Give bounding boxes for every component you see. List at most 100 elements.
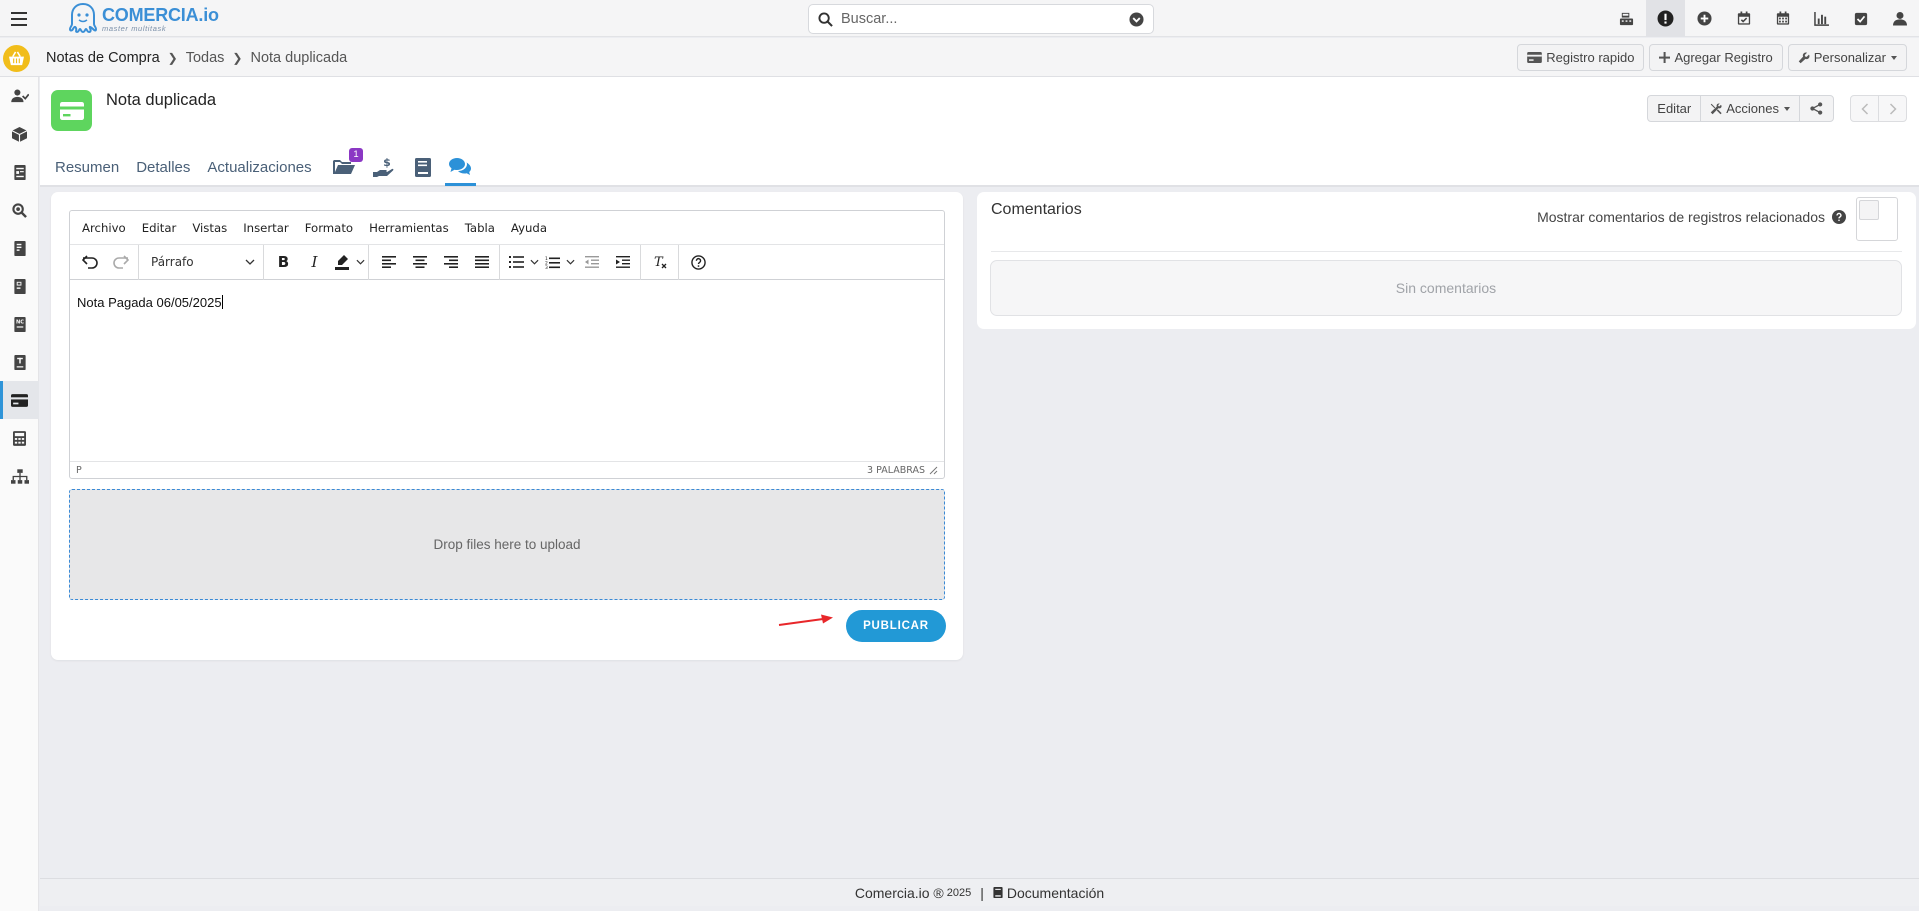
sidebar-item-purchase-notes[interactable] (0, 381, 39, 419)
comments-icon (448, 158, 471, 175)
sidebar-item-search[interactable] (0, 191, 39, 229)
rich-text-editor: Archivo Editar Vistas Insertar Formato H… (69, 210, 945, 479)
publish-button[interactable]: PUBLICAR (846, 610, 946, 642)
tab-updates[interactable]: Actualizaciones (207, 149, 320, 186)
logo-title: COMERCIA.io (102, 4, 219, 25)
word-count[interactable]: 3 PALABRAS (867, 465, 925, 476)
next-record-button[interactable] (1878, 95, 1907, 122)
tab-comments[interactable] (444, 149, 476, 186)
share-icon (1810, 102, 1823, 115)
numbered-list-icon[interactable]: 123 (540, 249, 564, 276)
tab-files[interactable]: 1 (329, 148, 363, 186)
user-icon[interactable] (1880, 0, 1919, 37)
customize-button[interactable]: Personalizar (1787, 44, 1907, 71)
menu-help[interactable]: Ayuda (503, 221, 555, 235)
breadcrumb: Notas de Compra ❯ Todas ❯ Nota duplicada (46, 50, 347, 66)
chevron-right-icon: ❯ (167, 51, 178, 65)
menu-insert[interactable]: Insertar (235, 221, 297, 235)
editor-content-area[interactable]: Nota Pagada 06/05/2025 (70, 282, 944, 462)
calendar-check-icon[interactable] (1724, 0, 1763, 37)
align-left-icon[interactable] (373, 249, 404, 276)
menu-view[interactable]: Vistas (184, 221, 235, 235)
redo-icon[interactable] (105, 249, 136, 276)
file-dropzone[interactable]: Drop files here to upload (69, 489, 945, 600)
help-circle-icon[interactable] (1832, 210, 1846, 224)
cash-register-icon[interactable] (1607, 0, 1646, 37)
search-dropdown-icon[interactable] (1129, 11, 1144, 27)
align-center-icon[interactable] (404, 249, 435, 276)
text-cursor (221, 295, 223, 309)
caret-down-icon (1784, 106, 1790, 111)
help-icon[interactable] (683, 249, 714, 276)
italic-icon[interactable]: I (299, 249, 330, 276)
tab-payments[interactable]: $ (369, 149, 401, 186)
tab-details[interactable]: Detalles (136, 149, 199, 186)
sidebar-item-quotes[interactable] (0, 153, 39, 191)
align-justify-icon[interactable] (466, 249, 497, 276)
hamburger-menu-icon[interactable] (0, 0, 38, 37)
outdent-icon[interactable] (576, 249, 607, 276)
alert-icon[interactable] (1646, 0, 1685, 37)
sidebar-item-purchase-invoices[interactable] (0, 267, 39, 305)
sidebar-item-documents[interactable] (0, 343, 39, 381)
documentation-link[interactable]: Documentación (993, 885, 1104, 901)
sidebar-item-credit-notes[interactable]: NC (0, 305, 39, 343)
edit-button[interactable]: Editar (1647, 95, 1702, 122)
highlight-color-icon[interactable] (330, 249, 354, 276)
menu-edit[interactable]: Editar (134, 221, 185, 235)
breadcrumb-current: Nota duplicada (250, 50, 348, 66)
share-button[interactable] (1799, 95, 1834, 122)
breadcrumb-module[interactable]: Notas de Compra (46, 50, 160, 66)
menu-tools[interactable]: Herramientas (361, 221, 457, 235)
tab-ledger[interactable] (411, 149, 435, 186)
basket-home-icon[interactable] (3, 45, 30, 72)
previous-record-button[interactable] (1850, 95, 1879, 122)
checkbox-icon[interactable] (1841, 0, 1880, 37)
editor-toolbar: Párrafo B I 1 2 3 T (70, 244, 944, 280)
resize-handle-icon[interactable] (929, 466, 938, 475)
element-path[interactable]: P (76, 465, 82, 476)
bar-chart-icon[interactable] (1802, 0, 1841, 37)
chevron-down-icon[interactable] (354, 259, 366, 265)
sidebar-item-invoices[interactable] (0, 229, 39, 267)
quick-record-button[interactable]: Registro rapido (1517, 44, 1645, 71)
related-comments-toggle[interactable] (1856, 197, 1898, 241)
actions-label: Acciones (1726, 101, 1779, 116)
bullet-list-icon[interactable] (504, 249, 528, 276)
credit-card-icon (11, 393, 28, 407)
comments-card: Comentarios Mostrar comentarios de regis… (977, 192, 1916, 329)
quick-record-label: Registro rapido (1546, 50, 1635, 65)
tools-icon (1711, 103, 1722, 114)
menu-table[interactable]: Tabla (457, 221, 503, 235)
actions-button[interactable]: Acciones (1700, 95, 1800, 122)
search-input[interactable] (841, 11, 1129, 27)
chevron-down-icon (245, 259, 255, 265)
add-record-button[interactable]: Agregar Registro (1649, 44, 1783, 71)
logo[interactable]: COMERCIA.io master multitask (68, 2, 219, 36)
calendar-icon[interactable] (1763, 0, 1802, 37)
related-comments-text: Mostrar comentarios de registros relacio… (1537, 209, 1825, 225)
menu-format[interactable]: Formato (297, 221, 361, 235)
plus-circle-icon[interactable] (1685, 0, 1724, 37)
search-box[interactable] (808, 4, 1154, 34)
breadcrumb-list[interactable]: Todas (186, 50, 225, 66)
svg-text:NC: NC (15, 319, 23, 325)
clear-formatting-icon[interactable]: T (645, 249, 676, 276)
sidebar-item-contacts[interactable] (0, 77, 39, 115)
menu-file[interactable]: Archivo (74, 221, 134, 235)
chevron-down-icon[interactable] (528, 259, 540, 265)
block-format-select[interactable]: Párrafo (143, 249, 261, 276)
align-right-icon[interactable] (435, 249, 466, 276)
chevron-down-icon[interactable] (564, 259, 576, 265)
bold-icon[interactable]: B (268, 249, 299, 276)
book-icon (414, 158, 431, 177)
indent-icon[interactable] (607, 249, 638, 276)
tab-summary[interactable]: Resumen (55, 149, 128, 186)
sidebar: NC (0, 77, 39, 911)
sidebar-item-calculator[interactable] (0, 419, 39, 457)
sidebar-item-products[interactable] (0, 115, 39, 153)
undo-icon[interactable] (74, 249, 105, 276)
sidebar-item-organization[interactable] (0, 457, 39, 495)
record-credit-card-icon (51, 90, 92, 131)
toggle-knob (1859, 200, 1879, 220)
